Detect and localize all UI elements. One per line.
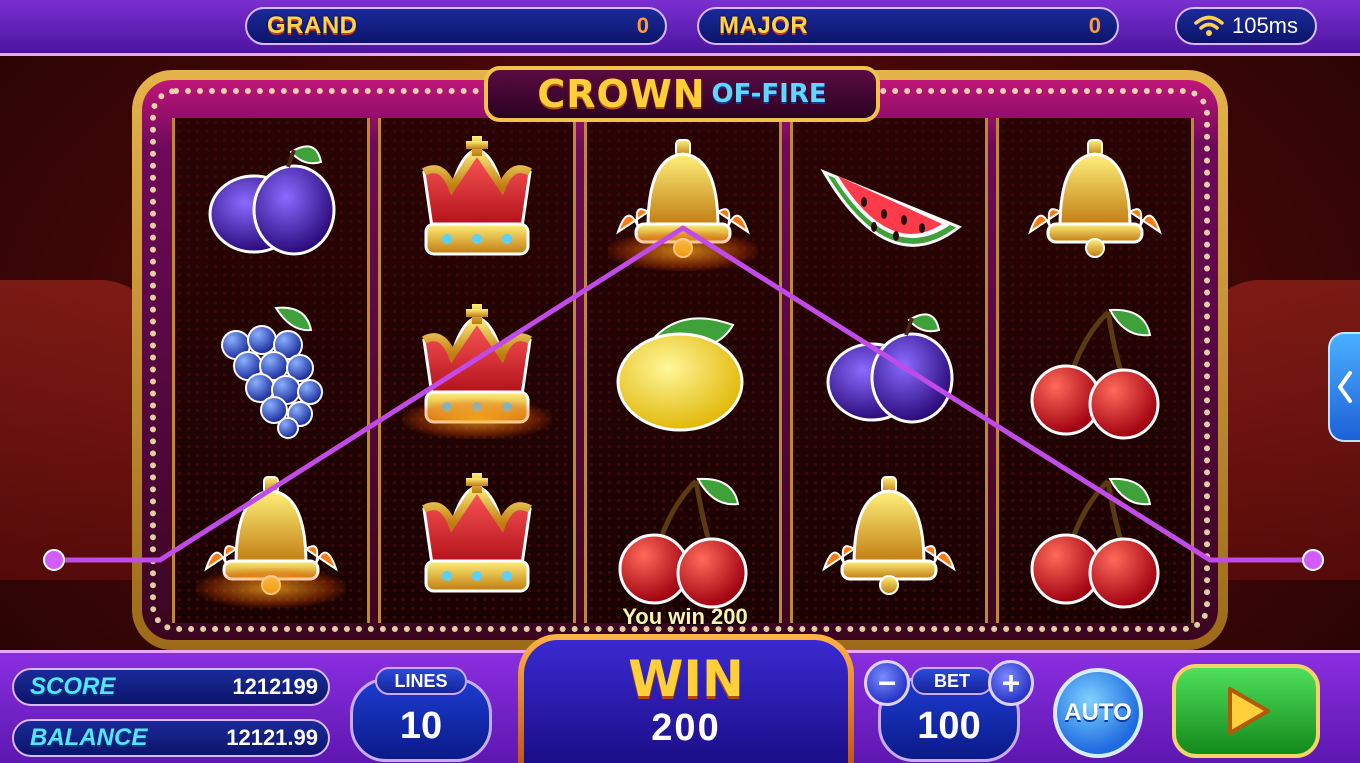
logo-crown-text: CROWN <box>537 72 706 116</box>
balance-value: 12121.99 <box>226 725 318 750</box>
logo-fire-text: OF-FIRE <box>711 79 827 109</box>
symbol-bell <box>1010 127 1180 277</box>
lines-label: LINES <box>375 667 467 695</box>
score-value: 1212199 <box>232 674 318 699</box>
bet-value: 100 <box>917 705 981 747</box>
balance-label: BALANCE <box>30 724 148 751</box>
balance-display: BALANCE 12121.99 <box>12 719 330 757</box>
lines-value: 10 <box>399 705 443 747</box>
symbol-cherry <box>1010 295 1180 445</box>
ping-value: 105ms <box>1231 13 1299 38</box>
reel-5 <box>996 118 1194 623</box>
symbol-plum <box>804 295 974 445</box>
side-menu-toggle[interactable] <box>1328 332 1360 442</box>
reel-3 <box>584 118 782 623</box>
symbol-grapes <box>186 295 356 445</box>
score-label: SCORE <box>30 673 116 700</box>
symbol-bell <box>804 464 974 614</box>
reel-4 <box>790 118 988 623</box>
win-label: WIN <box>628 650 744 708</box>
symbol-bell <box>598 127 768 277</box>
play-icon <box>1228 687 1270 735</box>
wifi-icon <box>1194 15 1224 36</box>
major-label: MAJOR <box>719 12 809 39</box>
grand-label: GRAND <box>267 12 358 39</box>
grand-jackpot: GRAND 0 <box>245 7 667 45</box>
game-logo: CROWN OF-FIRE <box>484 66 880 122</box>
symbol-cherry <box>1010 464 1180 614</box>
win-value: 200 <box>651 707 721 749</box>
symbol-plum <box>186 127 356 277</box>
bet-increase-button[interactable]: + <box>988 660 1034 706</box>
reel-2 <box>378 118 576 623</box>
network-ping: 105ms <box>1175 7 1317 45</box>
score-display: SCORE 1212199 <box>12 668 330 706</box>
win-message: You win 200 <box>622 604 748 629</box>
chevron-left-icon <box>1338 371 1352 403</box>
symbol-bell <box>186 464 356 614</box>
auto-spin-button[interactable]: AUTO <box>1053 668 1143 758</box>
reel-1 <box>172 118 370 623</box>
symbol-watermelon <box>804 127 974 277</box>
bet-decrease-button[interactable]: − <box>864 660 910 706</box>
symbol-crown <box>392 127 562 277</box>
major-jackpot: MAJOR 0 <box>697 7 1119 45</box>
symbol-crown <box>392 295 562 445</box>
spin-button[interactable] <box>1172 664 1320 758</box>
symbol-lemon <box>598 295 768 445</box>
win-display: WIN 200 <box>518 634 854 763</box>
lines-display: LINES 10 <box>350 667 492 762</box>
grand-value: 0 <box>636 13 649 38</box>
major-value: 0 <box>1088 13 1101 38</box>
reels-area <box>172 118 1194 623</box>
top-bar: GRAND 0 MAJOR 0 105ms <box>0 0 1360 56</box>
bet-label: BET <box>911 667 993 695</box>
symbol-crown <box>392 464 562 614</box>
symbol-cherry <box>598 464 768 614</box>
